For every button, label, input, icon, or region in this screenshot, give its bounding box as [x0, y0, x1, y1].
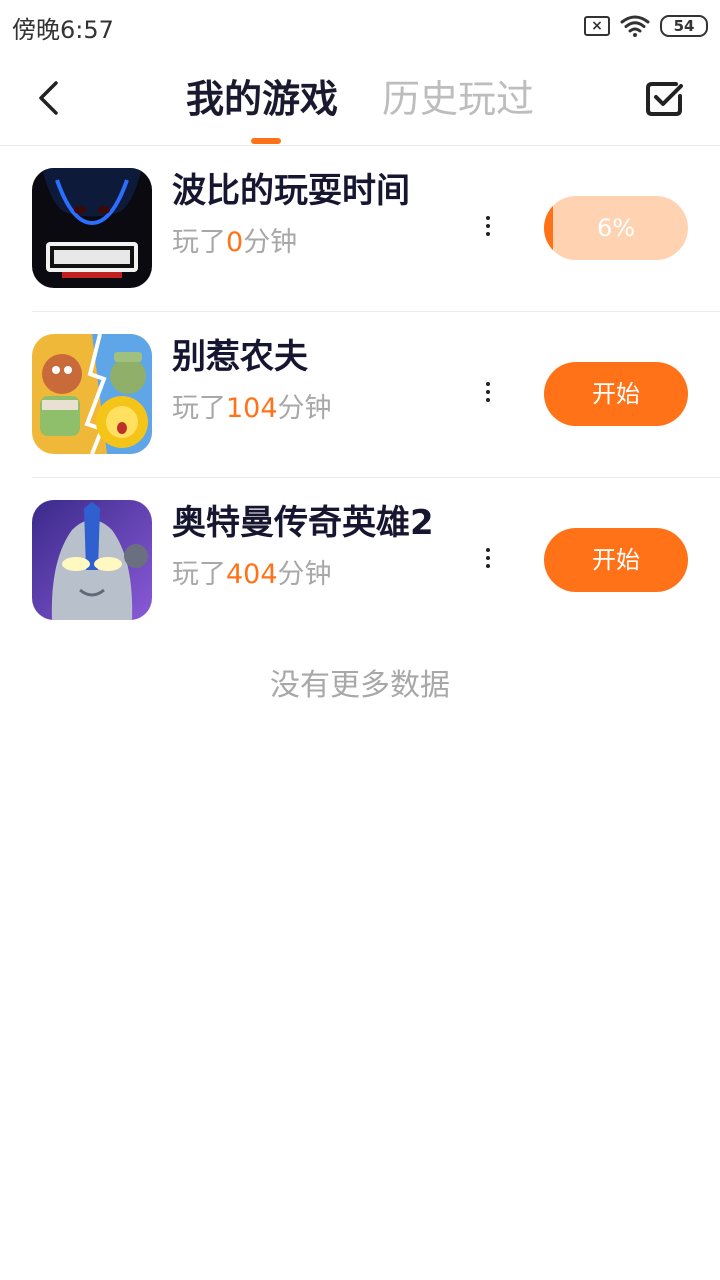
game-played-time: 玩了104分钟 [172, 390, 332, 428]
game-played-time: 玩了404分钟 [172, 556, 332, 594]
game-title: 别惹农夫 [172, 337, 308, 377]
no-more-data-text: 没有更多数据 [270, 668, 450, 703]
more-dot [486, 548, 490, 552]
game-row[interactable]: 奥特曼传奇英雄2 玩了404分钟 开始 [0, 478, 720, 644]
sim-off-icon: × [584, 16, 610, 36]
more-dot [486, 382, 490, 386]
played-suffix: 分钟 [243, 227, 298, 258]
more-options-button[interactable] [476, 540, 500, 576]
start-button[interactable]: 开始 [544, 362, 688, 426]
wifi-icon [620, 15, 650, 37]
checkbox-icon [646, 82, 683, 116]
download-progress-button[interactable]: 6% [544, 196, 688, 260]
poppy-playtime-icon[interactable] [32, 168, 152, 288]
select-button[interactable] [644, 78, 684, 118]
chevron-left-icon [39, 81, 58, 115]
more-dot [486, 556, 490, 560]
played-suffix: 分钟 [277, 393, 332, 424]
tab-my-games[interactable]: 我的游戏 [186, 74, 338, 124]
played-minutes: 404 [226, 559, 278, 590]
status-time: 傍晚6:57 [12, 16, 114, 44]
game-title: 波比的玩耍时间 [172, 171, 410, 211]
played-minutes: 0 [226, 227, 244, 258]
header: 我的游戏 历史玩过 [0, 52, 720, 146]
game-title: 奥特曼传奇英雄2 [172, 503, 434, 543]
game-row[interactable]: 别惹农夫 玩了104分钟 开始 [0, 312, 720, 478]
played-prefix: 玩了 [172, 393, 226, 424]
tab-indicator [251, 138, 281, 144]
more-dot [486, 564, 490, 568]
played-prefix: 玩了 [172, 227, 226, 258]
played-suffix: 分钟 [277, 559, 332, 590]
battery-icon: 54 [660, 15, 708, 37]
more-dot [486, 232, 490, 236]
more-dot [486, 224, 490, 228]
tab-history[interactable]: 历史玩过 [382, 74, 534, 124]
progress-fill [544, 196, 553, 260]
status-bar: 傍晚6:57 × 54 [0, 0, 720, 52]
ultraman-icon[interactable] [32, 500, 152, 620]
game-row[interactable]: 波比的玩耍时间 玩了0分钟 6% [0, 146, 720, 312]
played-prefix: 玩了 [172, 559, 226, 590]
game-played-time: 玩了0分钟 [172, 224, 297, 262]
farmer-game-icon[interactable] [32, 334, 152, 454]
progress-label: 6% [596, 214, 636, 242]
more-dot [486, 216, 490, 220]
more-dot [486, 390, 490, 394]
start-button[interactable]: 开始 [544, 528, 688, 592]
status-icons: × 54 [584, 12, 708, 40]
more-dot [486, 398, 490, 402]
more-options-button[interactable] [476, 374, 500, 410]
more-options-button[interactable] [476, 208, 500, 244]
back-button[interactable] [28, 78, 68, 118]
played-minutes: 104 [226, 393, 278, 424]
